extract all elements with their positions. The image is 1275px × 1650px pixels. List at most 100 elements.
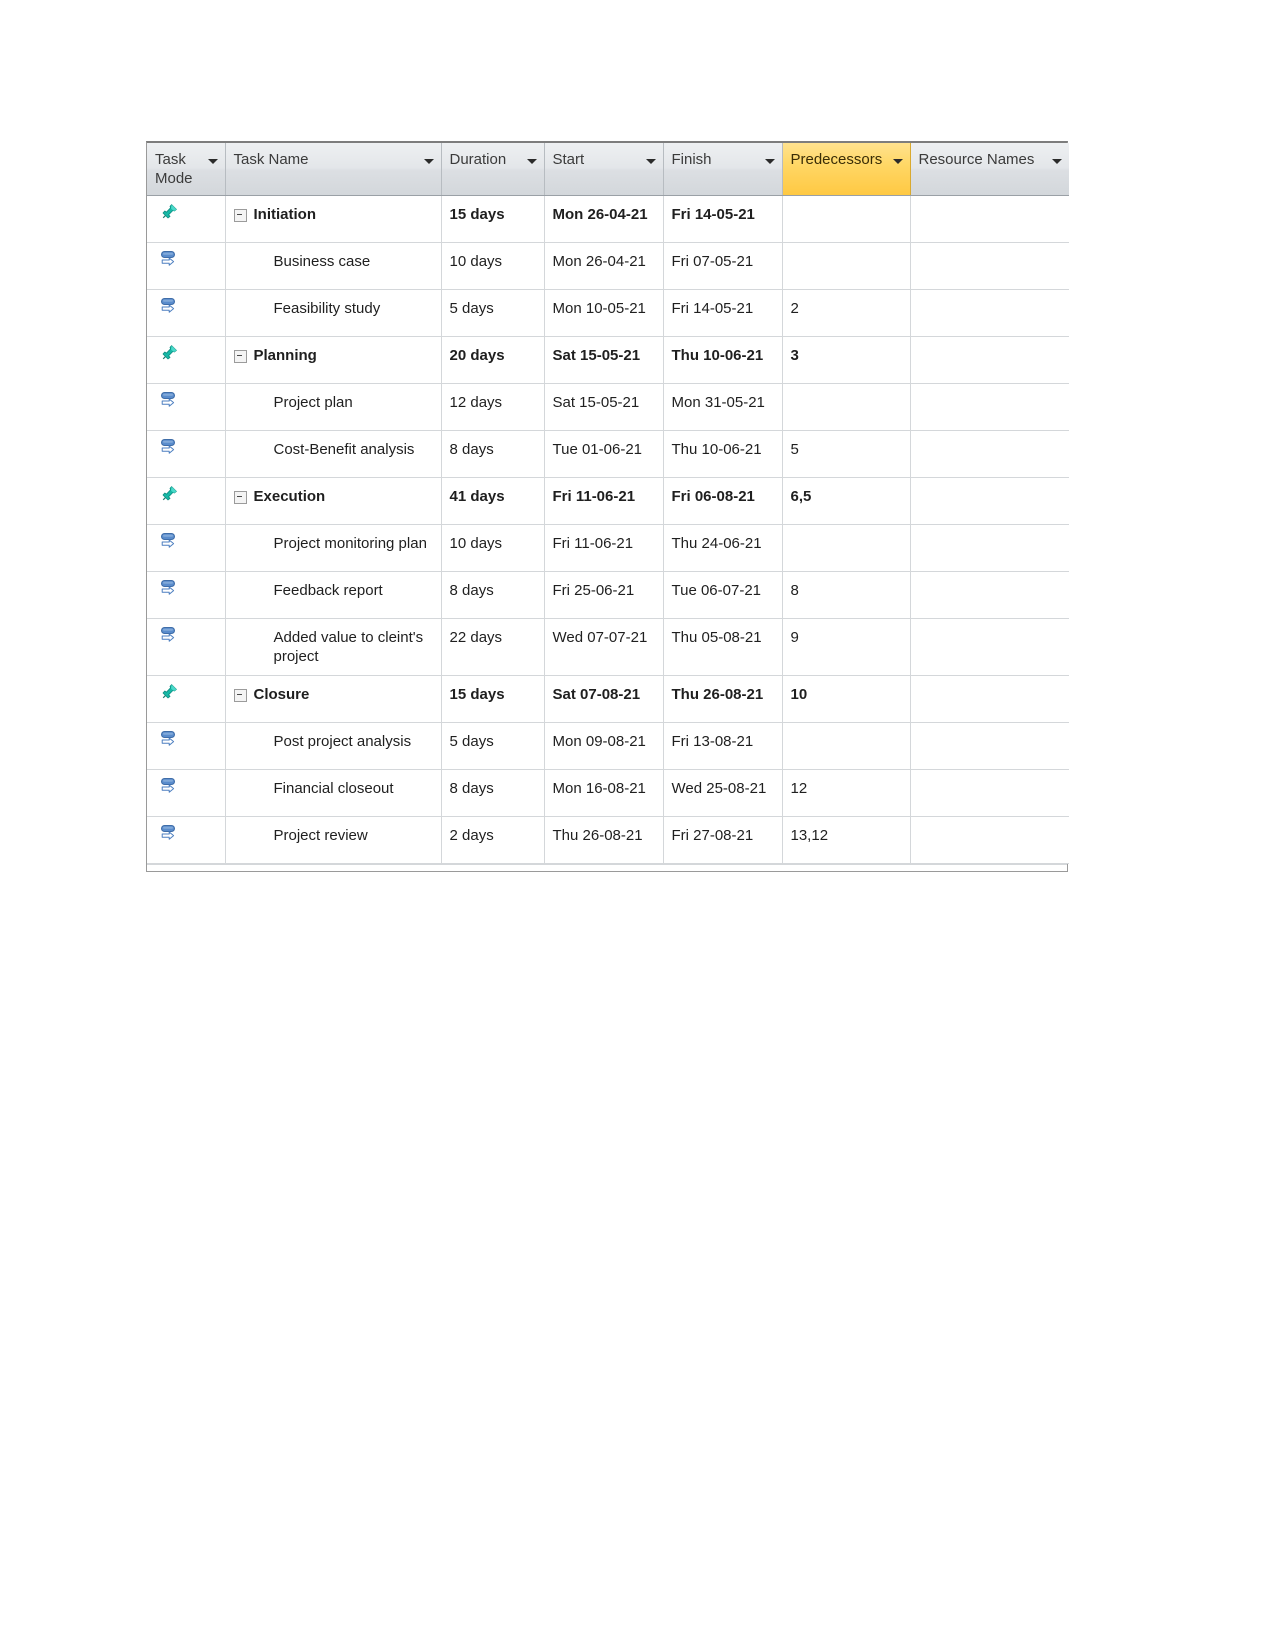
cell-task-mode[interactable] <box>147 242 226 291</box>
cell-task-name[interactable]: Post project analysis <box>225 722 442 771</box>
cell-predecessors[interactable]: 10 <box>782 675 911 724</box>
cell-resource-names[interactable] <box>910 477 1069 526</box>
cell-start[interactable]: Tue 01-06-21 <box>544 430 664 479</box>
summary-task-row[interactable]: Closure 15 days Sat 07-08-21 Thu 26-08-21 10 <box>147 675 1069 724</box>
cell-start[interactable]: Fri 25-06-21 <box>544 571 664 620</box>
cell-task-name[interactable]: Business case <box>225 242 442 291</box>
cell-task-name[interactable]: Feedback report <box>225 571 442 620</box>
cell-resource-names[interactable] <box>910 618 1069 677</box>
cell-task-mode[interactable] <box>147 289 226 338</box>
column-header-task_name[interactable]: Task Name <box>225 143 442 197</box>
cell-task-name[interactable]: Planning <box>225 336 442 385</box>
cell-start[interactable]: Mon 09-08-21 <box>544 722 664 771</box>
cell-resource-names[interactable] <box>910 524 1069 573</box>
task-grid[interactable]: Task Mode Task Name Duration Start Finish Pre… <box>146 141 1069 873</box>
filter-chevron-down-icon[interactable] <box>423 159 434 164</box>
cell-duration[interactable]: 15 days <box>441 195 545 244</box>
pushpin-icon[interactable] <box>147 343 225 368</box>
column-header-task_mode[interactable]: Task Mode <box>147 143 226 197</box>
cell-duration[interactable]: 5 days <box>441 289 545 338</box>
table-row[interactable]: Feasibility study 5 days Mon 10-05-21 Fri 1… <box>147 289 1069 338</box>
cell-resource-names[interactable] <box>910 195 1069 244</box>
cell-task-mode[interactable] <box>147 477 226 526</box>
cell-predecessors[interactable] <box>782 722 911 771</box>
cell-task-mode[interactable] <box>147 816 226 865</box>
cell-finish[interactable]: Mon 31-05-21 <box>663 383 783 432</box>
cell-finish[interactable]: Thu 10-06-21 <box>663 430 783 479</box>
table-row[interactable]: Project review 2 days Thu 26-08-21 Fri 27-0… <box>147 816 1069 865</box>
cell-task-name[interactable]: Execution <box>225 477 442 526</box>
cell-predecessors[interactable]: 9 <box>782 618 911 677</box>
table-row[interactable]: Feedback report 8 days Fri 25-06-21 Tue 06-… <box>147 571 1069 620</box>
column-header-finish[interactable]: Finish <box>663 143 783 197</box>
cell-resource-names[interactable] <box>910 336 1069 385</box>
cell-resource-names[interactable] <box>910 675 1069 724</box>
table-row[interactable]: Cost-Benefit analysis 8 days Tue 01-06-21 T… <box>147 430 1069 479</box>
cell-duration[interactable]: 15 days <box>441 675 545 724</box>
table-row[interactable]: Project monitoring plan 10 days Fri 11-06-… <box>147 524 1069 573</box>
summary-task-row[interactable]: Initiation 15 days Mon 26-04-21 Fri 14-05-2… <box>147 195 1069 244</box>
cell-finish[interactable]: Thu 05-08-21 <box>663 618 783 677</box>
cell-task-mode[interactable] <box>147 618 226 677</box>
cell-start[interactable]: Wed 07-07-21 <box>544 618 664 677</box>
collapse-minus-icon[interactable] <box>233 491 247 505</box>
column-header-resource_names[interactable]: Resource Names <box>910 143 1069 197</box>
cell-finish[interactable]: Fri 14-05-21 <box>663 289 783 338</box>
cell-task-mode[interactable] <box>147 675 226 724</box>
cell-finish[interactable]: Fri 13-08-21 <box>663 722 783 771</box>
auto-schedule-icon[interactable] <box>147 531 225 560</box>
cell-task-mode[interactable] <box>147 336 226 385</box>
pushpin-icon[interactable] <box>147 484 225 509</box>
cell-predecessors[interactable]: 2 <box>782 289 911 338</box>
summary-task-row[interactable]: Planning 20 days Sat 15-05-21 Thu 10-06-21 3 <box>147 336 1069 385</box>
auto-schedule-icon[interactable] <box>147 729 225 758</box>
cell-predecessors[interactable]: 6,5 <box>782 477 911 526</box>
cell-start[interactable]: Mon 26-04-21 <box>544 242 664 291</box>
cell-task-mode[interactable] <box>147 524 226 573</box>
table-row[interactable]: Post project analysis 5 days Mon 09-08-21 F… <box>147 722 1069 771</box>
cell-task-mode[interactable] <box>147 571 226 620</box>
cell-predecessors[interactable]: 3 <box>782 336 911 385</box>
cell-duration[interactable]: 5 days <box>441 722 545 771</box>
collapse-minus-icon[interactable] <box>233 689 247 703</box>
cell-duration[interactable]: 8 days <box>441 769 545 818</box>
cell-duration[interactable]: 8 days <box>441 430 545 479</box>
filter-chevron-down-icon[interactable] <box>207 159 218 164</box>
table-row[interactable]: Project plan 12 days Sat 15-05-21 Mon 31-05… <box>147 383 1069 432</box>
pushpin-icon[interactable] <box>147 202 225 227</box>
cell-duration[interactable]: 22 days <box>441 618 545 677</box>
cell-predecessors[interactable] <box>782 524 911 573</box>
cell-resource-names[interactable] <box>910 769 1069 818</box>
column-header-start[interactable]: Start <box>544 143 664 197</box>
cell-duration[interactable]: 12 days <box>441 383 545 432</box>
auto-schedule-icon[interactable] <box>147 823 225 852</box>
cell-resource-names[interactable] <box>910 289 1069 338</box>
cell-duration[interactable]: 20 days <box>441 336 545 385</box>
auto-schedule-icon[interactable] <box>147 390 225 419</box>
collapse-minus-icon[interactable] <box>233 209 247 223</box>
cell-resource-names[interactable] <box>910 571 1069 620</box>
filter-chevron-down-icon[interactable] <box>1052 159 1062 164</box>
cell-finish[interactable]: Fri 07-05-21 <box>663 242 783 291</box>
auto-schedule-icon[interactable] <box>147 296 225 325</box>
cell-predecessors[interactable]: 5 <box>782 430 911 479</box>
table-row[interactable]: Added value to cleint's project 22 days We… <box>147 618 1069 677</box>
cell-start[interactable]: Fri 11-06-21 <box>544 524 664 573</box>
cell-finish[interactable]: Thu 26-08-21 <box>663 675 783 724</box>
cell-predecessors[interactable]: 12 <box>782 769 911 818</box>
cell-predecessors[interactable]: 13,12 <box>782 816 911 865</box>
cell-start[interactable]: Thu 26-08-21 <box>544 816 664 865</box>
column-header-predecessors[interactable]: Predecessors <box>781 143 911 197</box>
cell-predecessors[interactable] <box>782 195 911 244</box>
cell-start[interactable]: Mon 16-08-21 <box>544 769 664 818</box>
cell-finish[interactable]: Thu 24-06-21 <box>663 524 783 573</box>
auto-schedule-icon[interactable] <box>147 578 225 607</box>
cell-task-name[interactable]: Cost-Benefit analysis <box>225 430 442 479</box>
cell-start[interactable]: Sat 15-05-21 <box>544 383 664 432</box>
cell-resource-names[interactable] <box>910 816 1069 865</box>
cell-predecessors[interactable] <box>782 383 911 432</box>
cell-finish[interactable]: Thu 10-06-21 <box>663 336 783 385</box>
column-header-duration[interactable]: Duration <box>441 143 545 197</box>
cell-task-mode[interactable] <box>147 195 226 244</box>
auto-schedule-icon[interactable] <box>147 249 225 278</box>
